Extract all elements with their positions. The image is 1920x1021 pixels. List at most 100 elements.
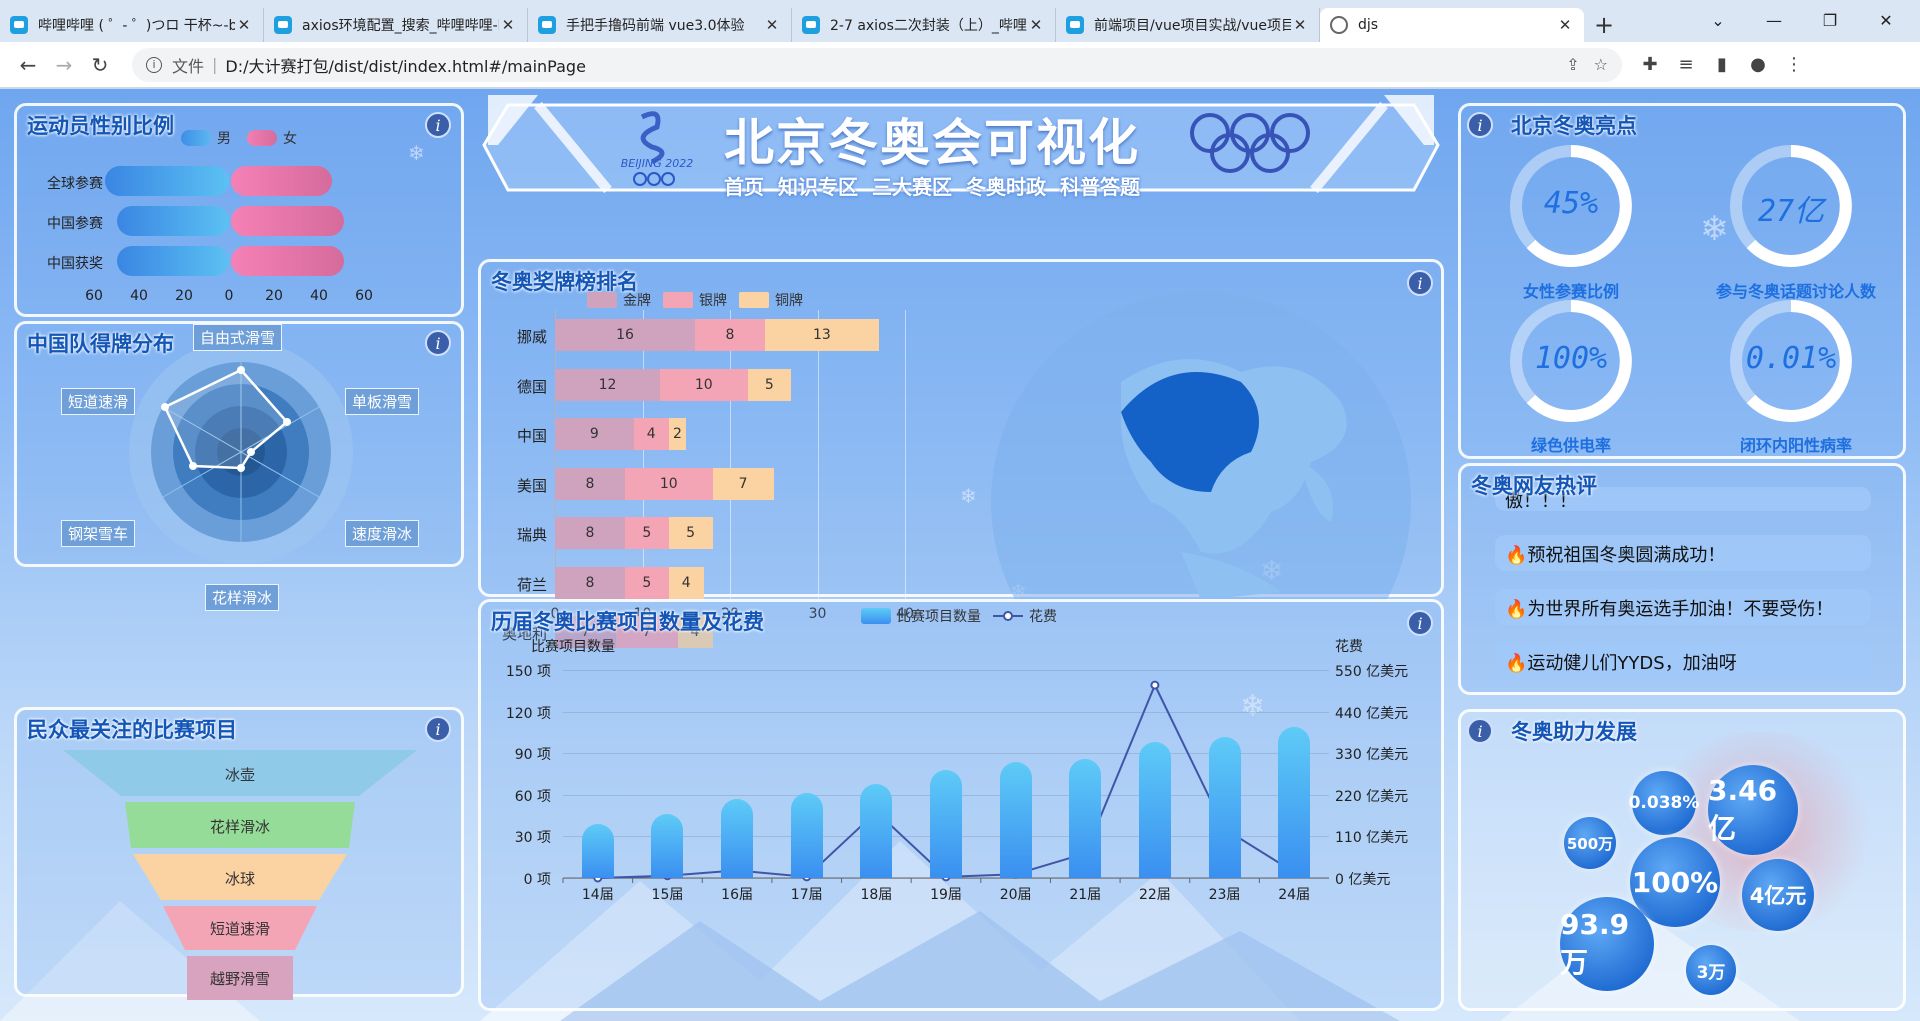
count-bar — [1208, 736, 1241, 878]
browser-tab[interactable]: 2-7 axios二次封装（上）_哔哩哔哩✕ — [792, 8, 1056, 42]
grid-line — [555, 310, 556, 602]
funnel-label: 冰球 — [224, 870, 255, 888]
extensions-icon[interactable]: ✚ — [1632, 47, 1668, 83]
medals-panel: 冬奥奖牌榜排名 i 金牌 银牌 铜牌 0 10 20 30 40 挪威 16 8 13 德国 12 1… — [478, 259, 1444, 648]
count-bar — [581, 823, 614, 878]
nav-knowledge[interactable]: 知识专区 — [778, 171, 858, 200]
separator: | — [212, 55, 218, 74]
stat-bubble: 3.46亿 — [1708, 765, 1798, 855]
x-tick-label: 16届 — [721, 887, 753, 903]
browser-tab[interactable]: axios环境配置_搜索_哔哩哔哩-bilibili✕ — [264, 8, 528, 42]
count-bar — [930, 769, 962, 878]
y-tick-label: 挪威 — [516, 328, 547, 346]
medal-bar: 8 — [555, 467, 625, 500]
forward-icon[interactable]: → — [46, 47, 82, 83]
bilibili-icon — [1066, 16, 1084, 34]
close-icon[interactable]: ✕ — [1291, 16, 1309, 34]
media-icon[interactable]: ≡ — [1668, 47, 1704, 83]
medal-bar: 5 — [747, 368, 792, 401]
funnel-label: 越野滑雪 — [209, 970, 270, 988]
medal-bar: 8 — [555, 566, 625, 599]
info-icon[interactable]: i — [146, 56, 162, 73]
close-icon[interactable]: ✕ — [235, 16, 253, 34]
page-title: 北京冬奥会可视化 — [724, 114, 1140, 172]
browser-tab[interactable]: 前端项目/vue项目实战/vue项目 ✕ — [1056, 8, 1320, 42]
address-bar: ← → ↻ i 文件 | D:/大计赛打包/dist/dist/index.ht… — [0, 42, 1920, 88]
tab-search-icon[interactable]: ⌄ — [1690, 0, 1746, 40]
star-icon[interactable]: ☆ — [1594, 55, 1608, 74]
x-tick-label: 15届 — [651, 887, 684, 903]
stat-bubble: 0.038% — [1629, 771, 1699, 835]
menu-icon[interactable]: ⋮ — [1776, 47, 1812, 83]
panel-title: 冬奥助力发展 — [1511, 720, 1637, 744]
radar-label: 钢架雪车 — [61, 520, 136, 547]
x-tick-label: 17届 — [790, 887, 823, 903]
tab-title: 前端项目/vue项目实战/vue项目 — [1094, 18, 1291, 34]
nav-quiz[interactable]: 科普答题 — [1060, 171, 1140, 200]
close-window-button[interactable]: ✕ — [1858, 0, 1914, 40]
y-tick-label: 美国 — [516, 476, 547, 495]
info-icon[interactable]: i — [425, 112, 451, 138]
close-icon[interactable]: ✕ — [1556, 16, 1574, 34]
legend-swatch — [181, 130, 211, 146]
medal-bar: 10 — [625, 467, 713, 500]
comment-item: 🔥为世界所有奥运选手加油！不要受伤！ — [1495, 589, 1871, 625]
close-icon[interactable]: ✕ — [499, 16, 517, 34]
close-icon[interactable]: ✕ — [1027, 16, 1045, 34]
chart-legend: 男 女 — [181, 128, 297, 148]
url-field[interactable]: i 文件 | D:/大计赛打包/dist/dist/index.html#/ma… — [132, 47, 1622, 82]
url-text: D:/大计赛打包/dist/dist/index.html#/mainPage — [225, 56, 586, 76]
nav-home[interactable]: 首页 — [724, 171, 764, 200]
share-icon[interactable]: ⇪ — [1566, 55, 1579, 74]
back-icon[interactable]: ← — [10, 47, 46, 83]
browser-tab[interactable]: 哔哩哔哩 ( ゜- ゜)つロ 干杯~-bilibili✕ — [0, 8, 264, 42]
medal-bar: 5 — [668, 517, 713, 549]
tab-title: 哔哩哔哩 ( ゜- ゜)つロ 干杯~-bilibili — [38, 18, 235, 34]
browser-tab[interactable]: 手把手撸码前端 vue3.0体验 ✕ — [528, 8, 792, 42]
nav-venues[interactable]: 三大赛区 — [872, 171, 952, 200]
beijing-2022-emblem-icon: BEIJING 2022 — [612, 107, 702, 187]
bar-male — [105, 166, 229, 196]
bilibili-icon — [538, 16, 556, 34]
panel-title: 运动员性别比例 — [27, 114, 174, 138]
gauge-value: 100% — [1534, 341, 1608, 376]
radar-label: 短道速滑 — [61, 388, 136, 415]
profile-icon[interactable]: ● — [1740, 47, 1776, 83]
grid-line — [817, 310, 819, 602]
count-bar — [999, 761, 1032, 878]
medal-bar: 4 — [668, 566, 704, 599]
highlights-panel: 北京冬奥亮点 i 45% 27亿 100% 0.01% 女性参赛比例 参与冬奥话… — [1458, 103, 1906, 459]
grid-line — [905, 310, 906, 602]
count-bar — [721, 798, 754, 878]
radar-label: 速度滑冰 — [345, 520, 420, 547]
legend-label: 女 — [283, 131, 297, 147]
x-tick-label: 20 — [175, 288, 193, 304]
maximize-button[interactable]: ❐ — [1802, 0, 1858, 40]
medal-bar: 8 — [695, 319, 765, 351]
x-tick-label: 24届 — [1278, 887, 1311, 903]
stat-bubble: 4亿元 — [1742, 859, 1814, 931]
tab-title: djs — [1358, 17, 1379, 33]
gauge-value: 27亿 — [1757, 194, 1825, 229]
x-tick-label: 22届 — [1138, 887, 1171, 903]
bar-female — [231, 166, 333, 196]
radar-label: 单板滑雪 — [345, 388, 420, 415]
x-tick-label: 40 — [130, 288, 148, 304]
y-tick-label: 荷兰 — [516, 575, 547, 594]
globe-icon — [1330, 16, 1348, 34]
logo-text: BEIJING 2022 — [620, 157, 694, 170]
bilibili-icon — [802, 16, 820, 34]
new-tab-button[interactable]: + — [1584, 8, 1624, 42]
bar-female — [231, 206, 344, 236]
gauge-label: 闭环内阳性病率 — [1739, 436, 1852, 455]
sidebar-icon[interactable]: ▮ — [1704, 47, 1740, 83]
info-icon[interactable]: i — [1467, 718, 1493, 744]
x-tick-label: 23届 — [1208, 887, 1241, 903]
close-icon[interactable]: ✕ — [763, 16, 781, 34]
count-bar — [651, 814, 684, 878]
browser-tab-active[interactable]: djs ✕ — [1320, 8, 1584, 42]
minimize-button[interactable]: — — [1746, 0, 1802, 40]
reload-icon[interactable]: ↻ — [82, 47, 118, 83]
nav-news[interactable]: 冬奥时政 — [966, 171, 1046, 200]
medal-bar: 5 — [625, 517, 669, 549]
